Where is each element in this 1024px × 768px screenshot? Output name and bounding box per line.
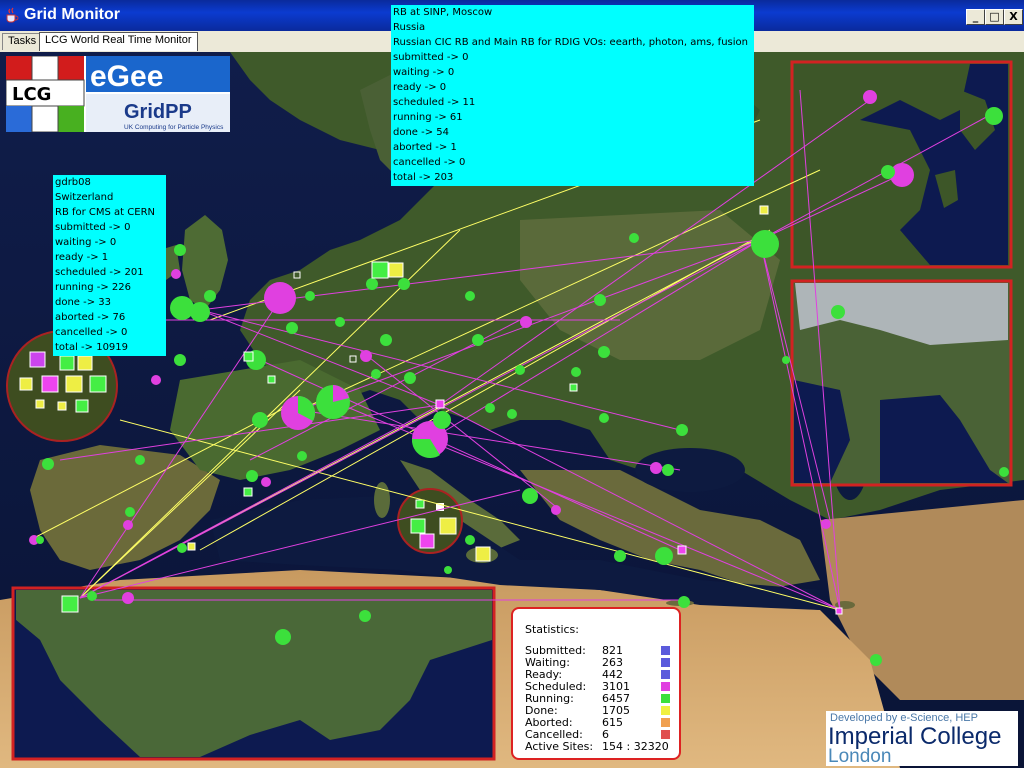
popup-line: scheduled -> 201 (55, 267, 144, 278)
popup-line: done -> 33 (55, 297, 112, 308)
maximize-button[interactable]: □ (985, 9, 1004, 25)
tab-lcg-world-monitor[interactable]: LCG World Real Time Monitor (39, 32, 198, 51)
popup-line: cancelled -> 0 (393, 157, 466, 168)
window-title: Grid Monitor (24, 6, 120, 23)
popup-line: RB at SINP, Moscow (393, 7, 493, 18)
popup-line: scheduled -> 11 (393, 97, 476, 108)
statistics-panel: Statistics: Submitted: 821 Waiting: 263 … (511, 607, 681, 760)
popup-line: total -> 10919 (55, 342, 129, 353)
gridpp-text: GridPP (124, 101, 192, 123)
popup-line: Russia (393, 22, 426, 33)
minimize-button[interactable]: _ (966, 9, 985, 25)
stat-color-swatch (661, 730, 670, 739)
popup-line: ready -> 1 (55, 252, 109, 263)
imperial-college-credit: Developed by e-Science, HEP Imperial Col… (826, 711, 1018, 767)
popup-line: submitted -> 0 (393, 52, 469, 63)
stat-label: Active Sites: (525, 740, 594, 753)
statistics-title: Statistics: (525, 623, 579, 636)
popup-line: waiting -> 0 (393, 67, 455, 78)
tab-tasks[interactable]: Tasks (2, 33, 43, 50)
lcg-text: LCG (12, 84, 51, 105)
stat-color-swatch (661, 658, 670, 667)
close-button[interactable]: X (1004, 9, 1023, 25)
popup-line: ready -> 0 (393, 82, 447, 93)
popup-line: RB for CMS at CERN (55, 207, 156, 218)
popup-line: cancelled -> 0 (55, 327, 128, 338)
egee-gridpp-logo: LCG eGee GridPP UK Computing for Particl… (5, 55, 230, 133)
site-popup-moscow: RB at SINP, Moscow Russia Russian CIC RB… (391, 5, 754, 186)
popup-line: submitted -> 0 (55, 222, 131, 233)
popup-line: Russian CIC RB and Main RB for RDIG VOs:… (393, 37, 748, 48)
inset-north-america[interactable] (11, 586, 496, 761)
egee-text: eGee (90, 60, 163, 93)
stat-row-active-sites: Active Sites: 154 : 32320 (525, 741, 675, 753)
cluster-italy[interactable] (397, 488, 463, 554)
popup-line: gdrb08 (55, 177, 91, 188)
java-cup-icon (6, 7, 19, 23)
stat-color-swatch (661, 706, 670, 715)
popup-line: aborted -> 76 (55, 312, 126, 323)
popup-line: done -> 54 (393, 127, 450, 138)
popup-line: Switzerland (55, 192, 114, 203)
inset-india[interactable] (790, 279, 1013, 487)
popup-line: running -> 226 (55, 282, 132, 293)
popup-line: waiting -> 0 (55, 237, 117, 248)
stat-color-swatch (661, 694, 670, 703)
popup-line: running -> 61 (393, 112, 463, 123)
gridpp-tagline: UK Computing for Particle Physics (124, 124, 224, 131)
stat-color-swatch (661, 682, 670, 691)
stat-color-swatch (661, 646, 670, 655)
popup-line: total -> 203 (393, 172, 454, 183)
credit-line-3: London (828, 746, 892, 767)
stat-color-swatch (661, 670, 670, 679)
stat-color-swatch (661, 718, 670, 727)
popup-line: aborted -> 1 (393, 142, 457, 153)
site-popup-cern: gdrb08 Switzerland RB for CMS at CERN su… (53, 175, 166, 356)
stat-value: 154 : 32320 (602, 740, 669, 753)
